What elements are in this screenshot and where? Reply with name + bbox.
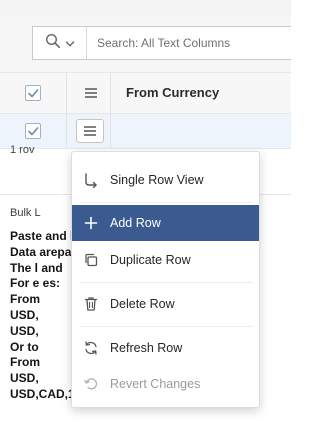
grid-header-row: From Currency	[0, 73, 291, 114]
menu-item-label: Single Row View	[110, 173, 204, 187]
row-count-text: 1 rov	[10, 144, 35, 156]
duplicate-icon	[82, 251, 100, 269]
plus-icon	[82, 214, 100, 232]
menu-item-duplicate-row[interactable]: Duplicate Row	[72, 242, 259, 278]
column-header-from-currency[interactable]: From Currency	[126, 73, 219, 113]
search-icon	[45, 33, 61, 53]
hamburger-icon	[84, 84, 98, 103]
trash-icon	[82, 295, 100, 313]
row-actions-menu: Single Row View Add Row Duplicate Row De…	[71, 151, 260, 408]
menu-item-revert-changes: Revert Changes	[72, 366, 259, 402]
bulk-edit-label: Bulk L	[10, 207, 41, 219]
hamburger-icon	[83, 122, 97, 141]
row-actions-button[interactable]	[76, 119, 104, 143]
check-icon	[28, 127, 39, 136]
menu-item-add-row[interactable]: Add Row	[72, 205, 259, 241]
refresh-icon	[82, 339, 100, 357]
menu-item-delete-row[interactable]: Delete Row	[72, 286, 259, 322]
search-input[interactable]	[87, 26, 291, 60]
grid-toolbar	[0, 16, 291, 73]
menu-item-label: Delete Row	[110, 297, 175, 311]
select-all-checkbox[interactable]	[25, 85, 41, 101]
search-column-selector[interactable]	[33, 27, 87, 59]
chevron-down-icon	[65, 34, 75, 53]
top-strip	[0, 0, 291, 16]
check-icon	[28, 89, 39, 98]
search-field[interactable]	[32, 26, 291, 60]
menu-item-single-row-view[interactable]: Single Row View	[72, 162, 259, 198]
row-select-checkbox[interactable]	[25, 123, 41, 139]
menu-item-label: Refresh Row	[110, 341, 183, 355]
header-row-actions-button[interactable]	[77, 81, 105, 105]
menu-item-label: Add Row	[110, 216, 161, 230]
revert-icon	[82, 375, 100, 393]
grid-data-row[interactable]	[0, 114, 291, 149]
menu-item-label: Duplicate Row	[110, 253, 191, 267]
menu-item-refresh-row[interactable]: Refresh Row	[72, 330, 259, 366]
single-row-view-icon	[82, 171, 100, 189]
menu-item-label: Revert Changes	[110, 377, 201, 391]
